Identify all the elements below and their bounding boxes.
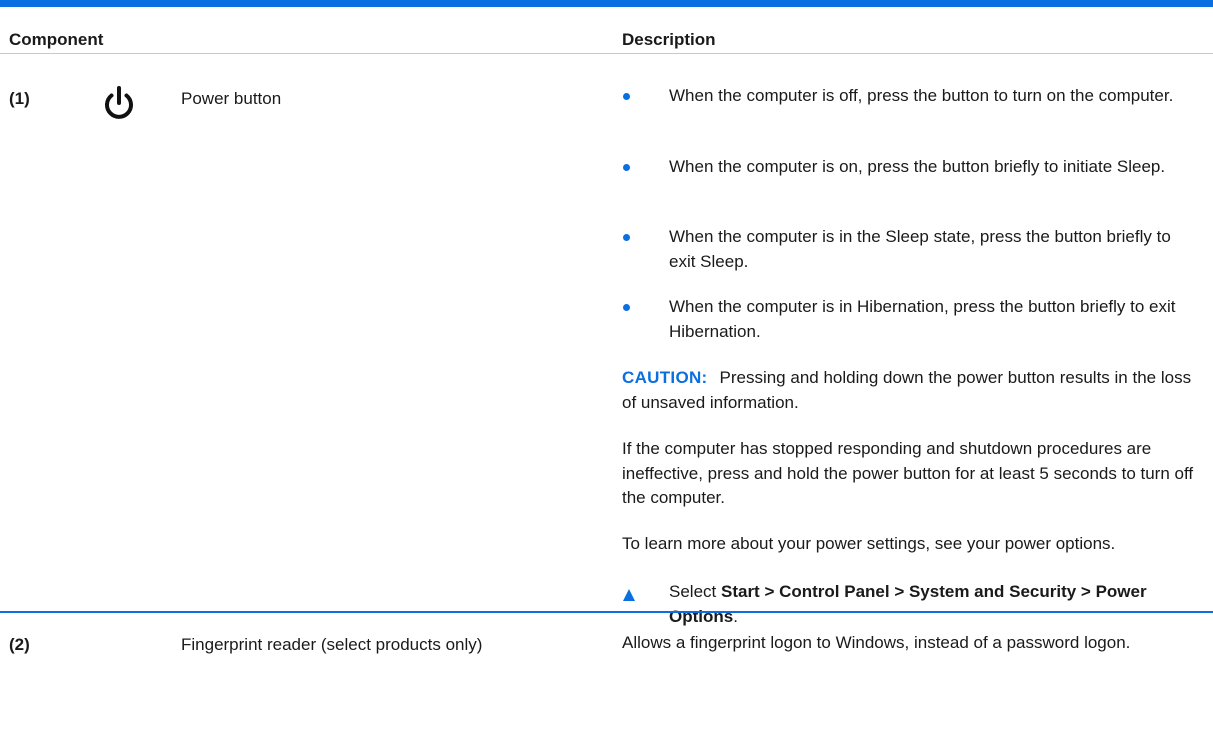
bullet-item: When the computer is off, press the butt… <box>669 86 1174 105</box>
component-table: Component Description (1) Power button W… <box>0 0 1213 740</box>
bullet-marker <box>623 234 630 241</box>
bullet-marker <box>623 93 630 100</box>
unresponsive-paragraph: If the computer has stopped responding a… <box>622 439 1194 507</box>
step-prefix: Select <box>669 582 721 601</box>
header-component: Component <box>9 30 104 49</box>
row-2-name: Fingerprint reader (select products only… <box>181 635 483 654</box>
step-menu-path: Start > Control Panel > System and Secur… <box>669 582 1147 626</box>
power-icon <box>103 86 135 122</box>
power-settings-paragraph: To learn more about your power settings,… <box>622 534 1116 553</box>
bullet-marker <box>623 164 630 171</box>
bullet-item: When the computer is in Hibernation, pre… <box>669 297 1176 341</box>
caution-note: CAUTION: Pressing and holding down the po… <box>622 366 1205 415</box>
table-top-rule <box>0 0 1213 7</box>
header-description: Description <box>622 30 716 49</box>
row-2-number: (2) <box>9 635 30 654</box>
row-1-number: (1) <box>9 89 30 108</box>
bullet-item: When the computer is in the Sleep state,… <box>669 227 1171 271</box>
header-divider <box>0 53 1213 54</box>
bullet-item: When the computer is on, press the butto… <box>669 157 1166 176</box>
step-instruction: Select Start > Control Panel > System an… <box>669 580 1189 629</box>
row-1-name: Power button <box>181 89 282 108</box>
bullet-marker <box>623 304 630 311</box>
step-triangle-icon <box>623 589 635 601</box>
row-divider <box>0 611 1213 613</box>
caution-label: CAUTION: <box>622 368 708 387</box>
row-2-description: Allows a fingerprint logon to Windows, i… <box>622 633 1131 652</box>
step-suffix: . <box>733 606 738 626</box>
